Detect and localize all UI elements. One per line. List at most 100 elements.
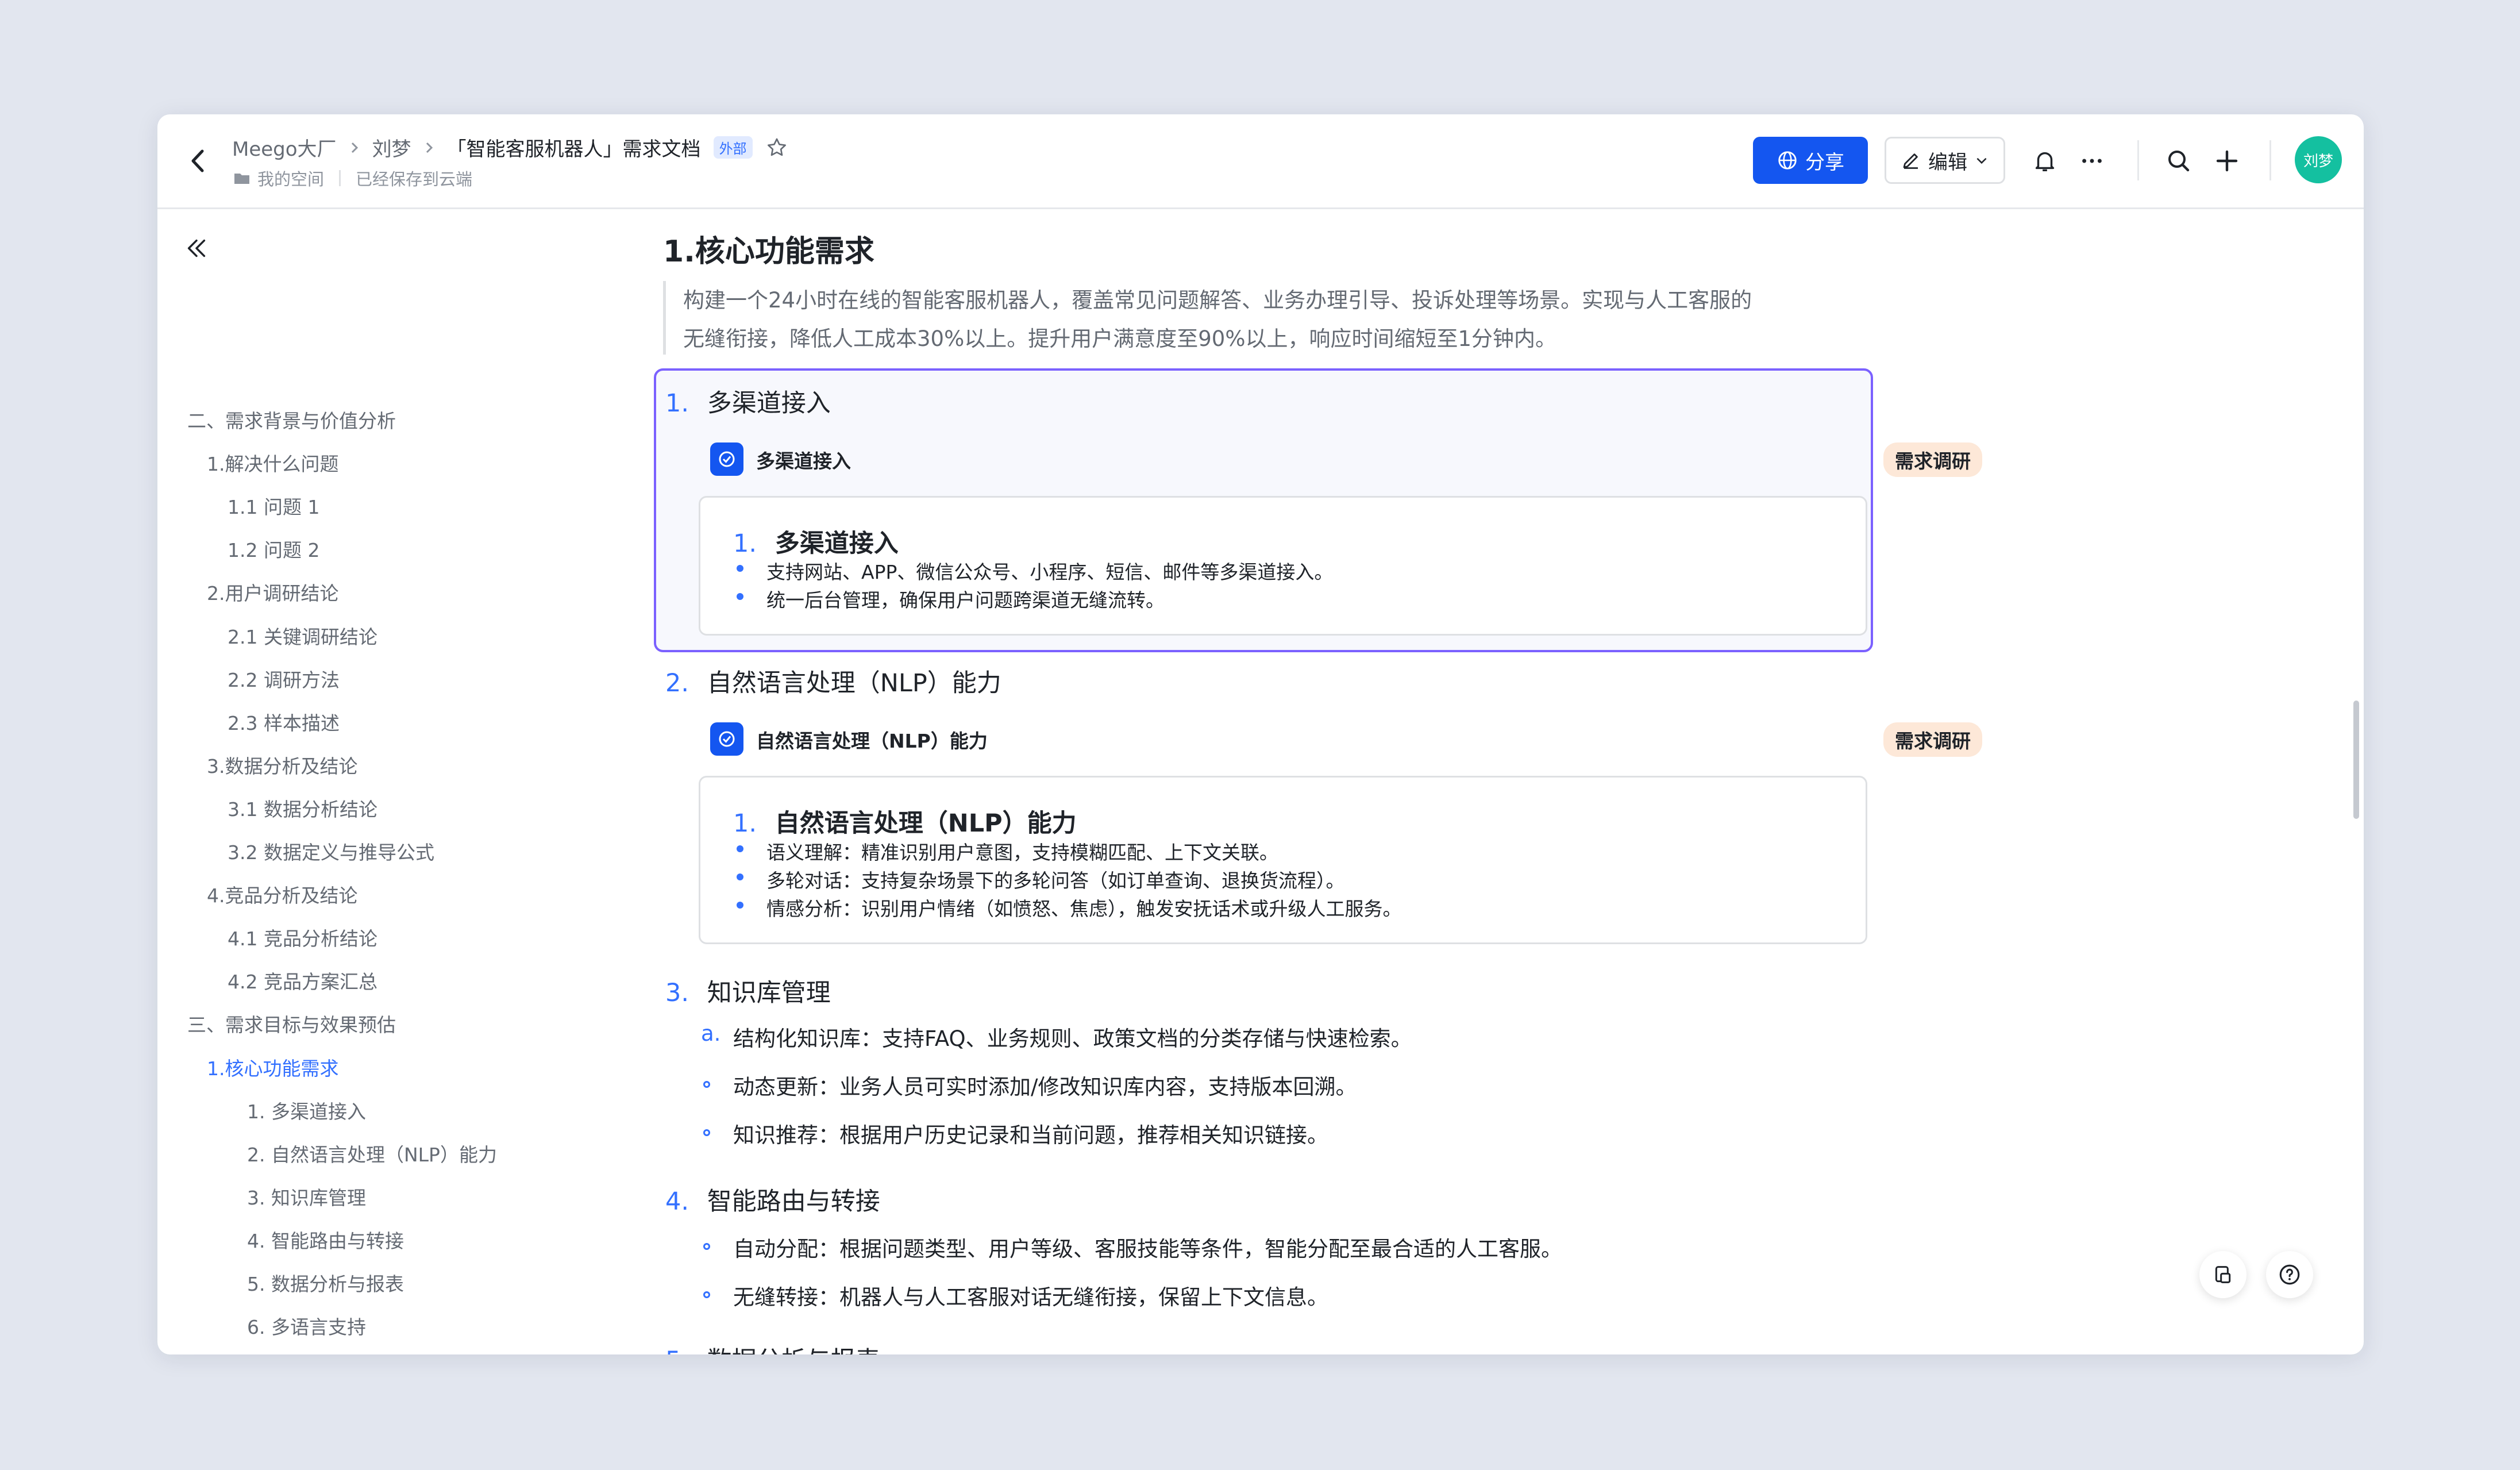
edit-label: 编辑	[1928, 151, 1967, 174]
toc-item[interactable]: 3.数据分析及结论	[207, 751, 358, 779]
list-item: 自动分配：根据问题类型、用户等级、客服技能等条件，智能分配至最合适的人工客服。	[733, 1237, 1562, 1261]
status-badge[interactable]: 需求调研	[1883, 722, 1982, 757]
bullet-text: 语义理解：精准识别用户意图，支持模糊匹配、上下文关联。	[766, 841, 1278, 864]
pencil-icon	[1903, 153, 1918, 169]
bullet-text: 支持网站、APP、微信公众号、小程序、短信、邮件等多渠道接入。	[766, 561, 1334, 583]
toc-item[interactable]: 1.解决什么问题	[207, 449, 339, 476]
quote-line: 构建一个24小时在线的智能客服机器人，覆盖常见问题解答、业务办理引导、投诉处理等…	[683, 288, 1752, 313]
edit-button[interactable]: 编辑	[1885, 137, 2005, 184]
help-icon	[2279, 1264, 2300, 1285]
toc-item[interactable]: 4. 智能路由与转接	[247, 1226, 404, 1253]
subsection-heading: 1. 多渠道接入	[665, 383, 831, 419]
divider	[2137, 140, 2139, 180]
heading-text: 多渠道接入	[707, 389, 831, 418]
toc-item[interactable]: 4.2 竞品方案汇总	[228, 967, 377, 994]
breadcrumb-item-meego[interactable]: Meego大厂	[232, 133, 337, 161]
doc-location: 我的空间 已经保存到云端	[233, 166, 472, 190]
quote-bar	[663, 281, 666, 355]
heading-text: 自然语言处理（NLP）能力	[775, 809, 1077, 838]
list-item: 动态更新：业务人员可实时添加/修改知识库内容，支持版本回溯。	[733, 1075, 1357, 1099]
heading-number: 3.	[665, 979, 689, 1007]
card-heading: 1. 多渠道接入	[733, 524, 899, 559]
heading-number: 1.	[733, 529, 757, 558]
card-heading: 1. 自然语言处理（NLP）能力	[733, 803, 1077, 839]
toc-item[interactable]: 三、需求目标与效果预估	[187, 1010, 396, 1037]
subsection-heading: 3. 知识库管理	[665, 973, 831, 1009]
toc-item[interactable]: 3.1 数据分析结论	[228, 794, 377, 822]
breadcrumb-item-user[interactable]: 刘梦	[372, 133, 411, 161]
subsection-heading: 4. 智能路由与转接	[665, 1182, 880, 1217]
toc-item[interactable]: 2.3 样本描述	[228, 708, 340, 736]
toc-item[interactable]: 2.用户调研结论	[207, 578, 339, 606]
bullet	[737, 565, 743, 572]
bullet	[703, 1129, 710, 1136]
scrollbar-thumb[interactable]	[2353, 701, 2359, 819]
folder-icon	[234, 174, 249, 184]
list-item: 无缝转接：机器人与人工客服对话无缝衔接，保留上下文信息。	[733, 1285, 1328, 1310]
section-heading: 1.核心功能需求	[663, 234, 874, 269]
bell-icon[interactable]	[2032, 148, 2058, 174]
toc-item[interactable]: 4.1 竞品分析结论	[228, 923, 377, 951]
toc-item[interactable]: 4.竞品分析及结论	[207, 880, 358, 908]
toc-item[interactable]: 二、需求背景与价值分析	[187, 406, 396, 433]
bullet-text: 情感分析：识别用户情绪（如愤怒、焦虑），触发安抚话术或升级人工服务。	[766, 898, 1402, 920]
card-title: 自然语言处理（NLP）能力	[756, 730, 988, 752]
status-badge[interactable]: 需求调研	[1883, 442, 1982, 477]
toc-item[interactable]: 2.2 调研方法	[228, 665, 340, 692]
more-icon[interactable]	[2079, 148, 2105, 174]
external-tag: 外部	[713, 136, 753, 159]
heading-text: 智能路由与转接	[707, 1187, 880, 1216]
divider	[2269, 140, 2271, 180]
chevron-right-icon	[426, 142, 433, 153]
search-icon[interactable]	[2165, 147, 2193, 175]
chevron-right-icon	[351, 142, 358, 153]
list-item: 知识推荐：根据用户历史记录和当前问题，推荐相关知识链接。	[733, 1123, 1328, 1148]
card-title: 多渠道接入	[756, 450, 851, 472]
heading-number: 5.	[665, 1346, 689, 1354]
heading-number: 2.	[665, 669, 689, 698]
space-link[interactable]: 我的空间	[257, 166, 324, 190]
share-button[interactable]: 分享	[1753, 137, 1868, 184]
avatar[interactable]: 刘梦	[2295, 136, 2342, 183]
toc-item[interactable]: 3. 知识库管理	[247, 1183, 366, 1210]
bullet	[703, 1243, 710, 1250]
toc-item[interactable]: 1.2 问题 2	[228, 535, 319, 563]
toc-item[interactable]: 5. 数据分析与报表	[247, 1269, 404, 1296]
top-bar: Meego大厂 刘梦 「智能客服机器人」需求文档 外部 我的空间 已经保存到云端…	[157, 114, 2364, 209]
heading-text: 自然语言处理（NLP）能力	[707, 669, 1001, 698]
back-icon[interactable]	[187, 148, 208, 174]
toc-item[interactable]: 3.2 数据定义与推导公式	[228, 837, 434, 865]
toc-item[interactable]: 1.1 问题 1	[228, 492, 319, 519]
bullet	[737, 873, 743, 880]
list-item: 结构化知识库：支持FAQ、业务规则、政策文档的分类存储与快速检索。	[733, 1026, 1412, 1051]
toc-item[interactable]: 2. 自然语言处理（NLP）能力	[247, 1140, 497, 1167]
check-icon[interactable]	[710, 722, 743, 756]
chevron-down-icon	[1976, 157, 1987, 164]
toc-item[interactable]: 6. 多语言支持	[247, 1312, 366, 1340]
subsection-heading: 5. 数据分析与报表	[665, 1341, 880, 1354]
globe-icon	[1778, 151, 1797, 170]
heading-text: 知识库管理	[707, 979, 831, 1007]
star-icon[interactable]	[765, 136, 788, 159]
check-icon[interactable]	[710, 442, 743, 476]
toc-item[interactable]: 2.1 关键调研结论	[228, 622, 377, 649]
help-button[interactable]	[2266, 1251, 2313, 1298]
bullet	[703, 1291, 710, 1298]
bullet	[737, 902, 743, 909]
heading-number: 1.	[733, 809, 757, 838]
toc-item[interactable]: 1. 多渠道接入	[247, 1096, 366, 1124]
heading-text: 数据分析与报表	[707, 1346, 880, 1354]
collapse-icon[interactable]	[183, 235, 210, 261]
bullet-text: 多轮对话：支持复杂场景下的多轮问答（如订单查询、退换货流程）。	[766, 869, 1345, 892]
subsection-heading: 2. 自然语言处理（NLP）能力	[665, 663, 1001, 699]
app-window: Meego大厂 刘梦 「智能客服机器人」需求文档 外部 我的空间 已经保存到云端…	[157, 114, 2364, 1354]
plus-icon[interactable]	[2213, 147, 2241, 175]
heading-number: 1.	[665, 389, 689, 418]
doc-icon	[2215, 1266, 2231, 1283]
share-label: 分享	[1805, 151, 1844, 174]
toc-item[interactable]: 1.核心功能需求	[207, 1053, 339, 1081]
bullet	[737, 845, 743, 852]
bullet-text: 统一后台管理，确保用户问题跨渠道无缝流转。	[766, 589, 1165, 611]
document-title[interactable]: 「智能客服机器人」需求文档	[447, 133, 701, 161]
doc-tools-button[interactable]	[2199, 1251, 2247, 1298]
